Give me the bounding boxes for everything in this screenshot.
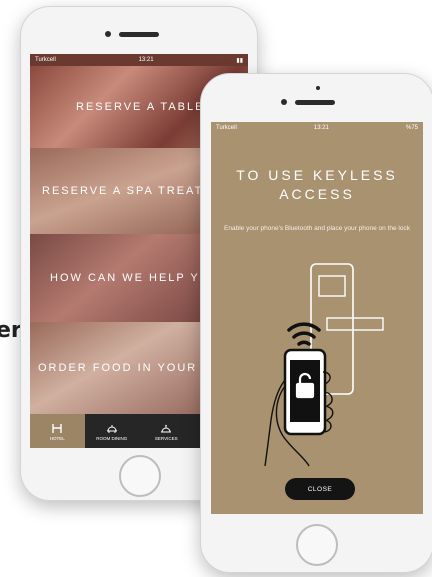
tab-hotel[interactable]: HOTEL — [30, 414, 85, 448]
status-time: 13:21 — [138, 57, 154, 63]
status-bar: Turkcell 13:21 ▮▮ — [30, 54, 248, 66]
keyless-title-line-2: ACCESS — [279, 186, 355, 202]
tab-label: HOTEL — [49, 435, 65, 441]
status-time: 13:21 — [313, 125, 329, 131]
earpiece-speaker — [119, 32, 159, 37]
tab-room-dining[interactable]: ROOM DINING — [85, 414, 140, 448]
tab-label: SERVICES — [154, 435, 178, 441]
keyless-access-screen: Turkcell 13:21 %75 TO USE KEYLESS ACCESS… — [211, 122, 423, 514]
carrier-label: Turkcell — [216, 125, 237, 131]
partial-heading-text: er — [0, 318, 22, 343]
smartphone-icon — [283, 348, 327, 436]
menu-tile-label: ORDER FOOD IN YOUR — [38, 362, 198, 374]
services-icon — [161, 424, 172, 432]
tab-services[interactable]: SERVICES — [139, 414, 194, 448]
status-bar: Turkcell 13:21 %75 — [211, 122, 423, 134]
home-button[interactable] — [119, 455, 161, 497]
front-camera — [105, 31, 111, 37]
close-button[interactable]: CLOSE — [285, 478, 355, 500]
keyless-title-line-1: TO USE KEYLESS — [236, 167, 398, 183]
carrier-label: Turkcell — [35, 57, 56, 63]
menu-tile-label: HOW CAN WE HELP Y — [50, 272, 200, 284]
battery-label: %75 — [405, 125, 418, 131]
keyless-instruction: Enable your phone's Bluetooth and place … — [224, 225, 410, 232]
keyless-title: TO USE KEYLESS ACCESS — [211, 166, 423, 204]
battery-icon: ▮▮ — [236, 57, 243, 64]
front-camera — [281, 99, 287, 105]
front-phone: Turkcell 13:21 %75 TO USE KEYLESS ACCESS… — [200, 73, 432, 573]
menu-tile-label: RESERVE A SPA TREAT — [42, 185, 204, 197]
room-dining-icon — [106, 424, 117, 433]
proximity-sensor — [316, 86, 320, 90]
home-button[interactable] — [296, 524, 338, 566]
wireless-signal-icon — [287, 322, 321, 346]
earpiece-speaker — [295, 100, 335, 105]
hotel-icon — [52, 423, 62, 433]
phone-on-lock-illustration — [264, 263, 384, 467]
tab-label: ROOM DINING — [96, 435, 128, 441]
menu-tile-label: RESERVE A TABLE — [76, 101, 205, 113]
